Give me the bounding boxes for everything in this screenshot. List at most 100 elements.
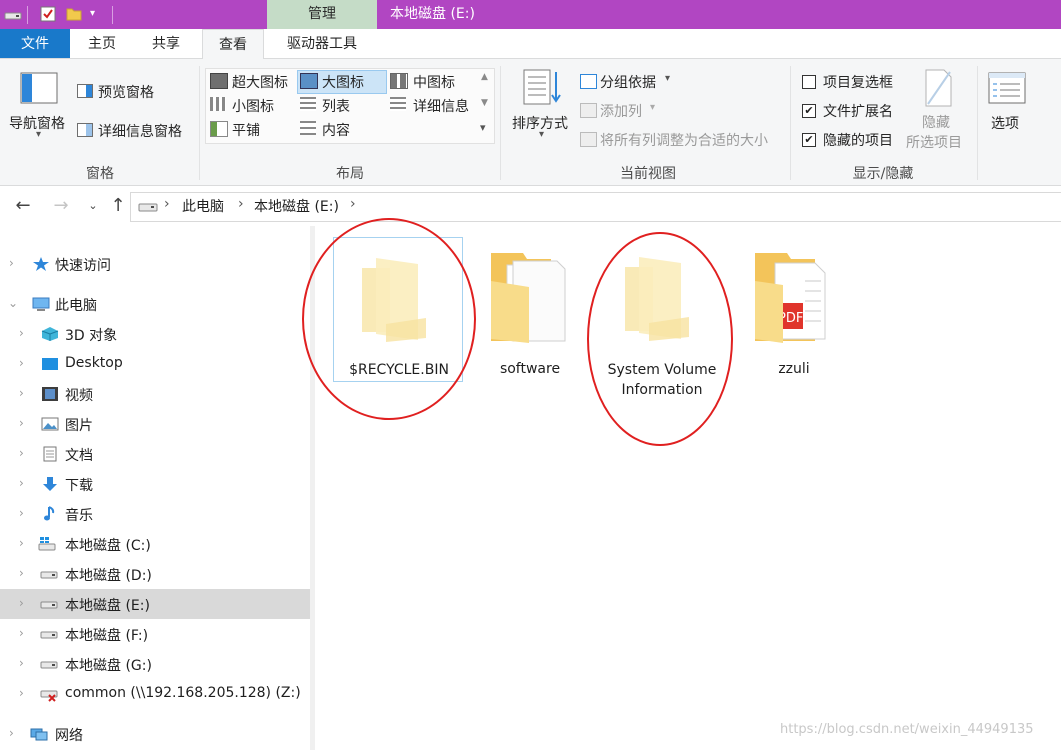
details-pane-button[interactable]: 详细信息窗格 xyxy=(98,121,182,141)
documents-icon xyxy=(43,446,57,462)
navigation-pane-dropdown-icon[interactable]: ▾ xyxy=(36,129,41,140)
new-folder-icon[interactable] xyxy=(66,6,82,22)
hide-selected-items-line1[interactable]: 隐藏 xyxy=(922,112,950,132)
group-by-button[interactable]: 分组依据 xyxy=(600,72,656,92)
nav-item-local-disk-d[interactable]: › 本地磁盘 (D:) xyxy=(0,559,310,589)
small-icons-icon xyxy=(210,97,226,111)
layout-large-icons[interactable]: 大图标 xyxy=(322,72,364,92)
chevron-right-icon[interactable]: › xyxy=(19,386,29,400)
add-columns-dropdown-icon[interactable]: ▾ xyxy=(650,102,655,113)
group-by-dropdown-icon[interactable]: ▾ xyxy=(665,73,670,84)
item-checkboxes-checkbox[interactable] xyxy=(802,75,816,89)
breadcrumb-separator-icon[interactable]: › xyxy=(238,196,244,212)
chevron-right-icon[interactable]: › xyxy=(19,326,29,340)
chevron-right-icon[interactable]: › xyxy=(19,506,29,520)
group-label-current-view: 当前视图 xyxy=(620,166,676,182)
tab-file[interactable]: 文件 xyxy=(0,29,70,58)
layout-extra-large-icons[interactable]: 超大图标 xyxy=(232,72,288,92)
nav-item-local-disk-c[interactable]: › 本地磁盘 (C:) xyxy=(0,529,310,559)
file-name: software xyxy=(499,361,561,377)
nav-item-label: 图片 xyxy=(65,418,93,434)
preview-pane-icon xyxy=(77,84,93,98)
toolbar-separator xyxy=(112,6,113,24)
file-item-zzuli[interactable]: PDF zzuli xyxy=(729,237,859,382)
nav-item-local-disk-g[interactable]: › 本地磁盘 (G:) xyxy=(0,649,310,679)
nav-item-desktop[interactable]: › Desktop xyxy=(0,349,310,379)
layout-medium-icons[interactable]: 中图标 xyxy=(413,72,455,92)
hidden-items-checkbox[interactable]: ✔ xyxy=(802,133,816,147)
layout-tiles[interactable]: 平铺 xyxy=(232,120,260,140)
nav-item-music[interactable]: › 音乐 xyxy=(0,499,310,529)
navigation-pane-icon[interactable] xyxy=(20,72,58,104)
gallery-more-icon[interactable]: ▾ xyxy=(480,121,486,134)
chevron-right-icon[interactable]: › xyxy=(19,536,29,550)
nav-item-network[interactable]: › 网络 xyxy=(0,719,310,749)
nav-item-network-drive-z[interactable]: › common (\\192.168.205.128) (Z:) xyxy=(0,679,310,709)
back-arrow-icon[interactable]: ← xyxy=(12,195,34,217)
layout-small-icons[interactable]: 小图标 xyxy=(232,96,274,116)
up-arrow-icon[interactable]: ↑ xyxy=(107,195,129,217)
recent-locations-chevron-icon[interactable]: ⌄ xyxy=(82,195,104,217)
layout-content[interactable]: 内容 xyxy=(322,120,350,140)
chevron-right-icon[interactable]: › xyxy=(19,686,29,700)
nav-item-3d-objects[interactable]: › 3D 对象 xyxy=(0,319,310,349)
nav-item-label: common (\\192.168.205.128) (Z:) xyxy=(65,685,301,701)
chevron-right-icon[interactable]: › xyxy=(9,726,19,740)
nav-item-documents[interactable]: › 文档 xyxy=(0,439,310,469)
group-separator xyxy=(977,66,978,180)
computer-icon xyxy=(32,297,50,311)
tab-home[interactable]: 主页 xyxy=(74,29,130,58)
group-separator xyxy=(500,66,501,180)
customize-qat-chevron-icon[interactable]: ▾ xyxy=(90,8,95,19)
chevron-right-icon[interactable]: › xyxy=(19,596,29,610)
nav-item-this-pc[interactable]: ⌄ 此电脑 xyxy=(0,289,310,319)
breadcrumb-this-pc[interactable]: 此电脑 xyxy=(182,196,224,216)
chevron-right-icon[interactable]: › xyxy=(19,416,29,430)
nav-item-videos[interactable]: › 视频 xyxy=(0,379,310,409)
tab-view[interactable]: 查看 xyxy=(202,29,264,60)
nav-item-label: 视频 xyxy=(65,388,93,404)
gallery-scroll-up-icon[interactable]: ▲ xyxy=(481,72,488,82)
chevron-right-icon[interactable]: › xyxy=(19,566,29,580)
breadcrumb-local-disk-e[interactable]: 本地磁盘 (E:) xyxy=(254,196,339,216)
options-button[interactable]: 选项 xyxy=(991,113,1019,133)
file-extensions-checkbox[interactable]: ✔ xyxy=(802,104,816,118)
nav-item-label: 本地磁盘 (G:) xyxy=(65,658,152,674)
gallery-scroll-down-icon[interactable]: ▼ xyxy=(481,98,488,108)
layout-details[interactable]: 详细信息 xyxy=(413,96,469,116)
layout-list[interactable]: 列表 xyxy=(322,96,350,116)
chevron-right-icon[interactable]: › xyxy=(19,356,29,370)
chevron-right-icon[interactable]: › xyxy=(19,446,29,460)
drive-icon[interactable] xyxy=(4,6,22,22)
sort-by-dropdown-icon[interactable]: ▾ xyxy=(539,129,544,140)
nav-item-downloads[interactable]: › 下载 xyxy=(0,469,310,499)
add-columns-button[interactable]: 添加列 xyxy=(600,101,642,121)
nav-item-label: 此电脑 xyxy=(55,298,97,314)
hide-selected-items-line2[interactable]: 所选项目 xyxy=(906,132,962,152)
properties-icon[interactable] xyxy=(40,6,56,22)
nav-item-pictures[interactable]: › 图片 xyxy=(0,409,310,439)
chevron-right-icon[interactable]: › xyxy=(19,626,29,640)
tab-drive-tools[interactable]: 驱动器工具 xyxy=(267,29,377,58)
nav-item-label: 本地磁盘 (F:) xyxy=(65,628,149,644)
windows-drive-icon xyxy=(38,537,56,551)
chevron-right-icon[interactable]: › xyxy=(19,656,29,670)
context-tab-manage[interactable]: 管理 xyxy=(267,0,377,29)
nav-item-local-disk-f[interactable]: › 本地磁盘 (F:) xyxy=(0,619,310,649)
chevron-right-icon[interactable]: › xyxy=(19,476,29,490)
size-all-columns-button[interactable]: 将所有列调整为合适的大小 xyxy=(600,130,768,150)
preview-pane-button[interactable]: 预览窗格 xyxy=(98,82,154,102)
nav-item-quick-access[interactable]: › 快速访问 xyxy=(0,249,310,279)
tiles-icon xyxy=(210,121,228,137)
breadcrumb-separator-icon[interactable]: › xyxy=(350,196,356,212)
chevron-down-icon[interactable]: ⌄ xyxy=(8,296,18,310)
nav-item-local-disk-e[interactable]: › 本地磁盘 (E:) xyxy=(0,589,310,619)
tab-share[interactable]: 共享 xyxy=(138,29,194,58)
options-icon xyxy=(988,72,1026,104)
forward-arrow-icon[interactable]: → xyxy=(50,195,72,217)
breadcrumb-separator-icon[interactable]: › xyxy=(164,196,170,212)
3d-objects-icon xyxy=(41,327,59,341)
window-title: 本地磁盘 (E:) xyxy=(390,6,475,22)
chevron-right-icon[interactable]: › xyxy=(9,256,19,270)
file-item-software[interactable]: software xyxy=(465,237,595,382)
